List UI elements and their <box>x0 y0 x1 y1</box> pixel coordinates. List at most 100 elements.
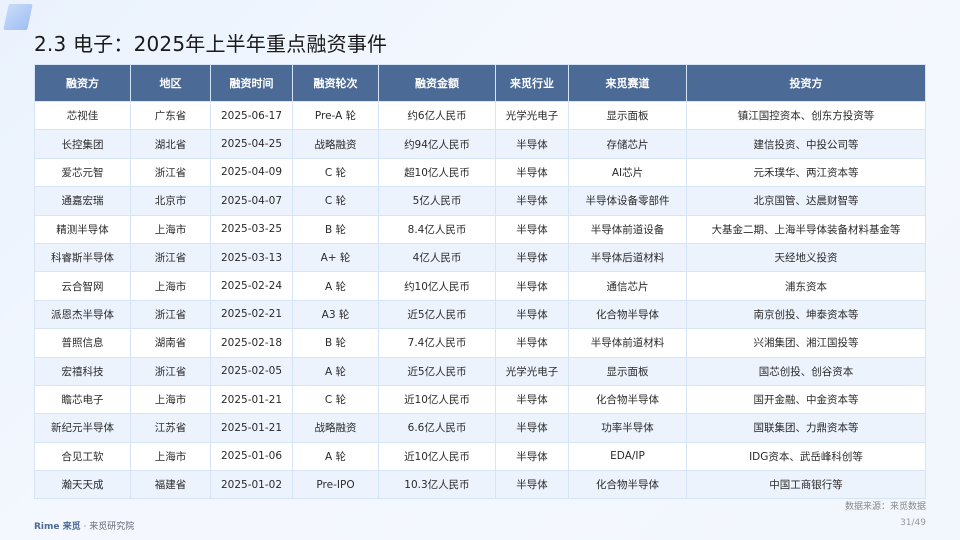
table-cell: 4亿人民币 <box>378 242 496 273</box>
table-row: 芯视佳 广东省 2025-06-17 Pre-A 轮约6亿人民币 光学光电子 显示面板 镇江… <box>34 100 926 131</box>
table-cell: 镇江国控资本、创东方投资等 <box>686 100 926 131</box>
table-row: 瞻芯电子 上海市 2025-01-21 C 轮近10亿人民币 半导体 化合物半导体 国开金融… <box>34 384 926 415</box>
table-cell: 浙江省 <box>130 242 211 273</box>
table-cell: 2025-03-13 <box>210 242 293 273</box>
table-cell: 约10亿人民币 <box>378 271 496 301</box>
table-row: 科睿斯半导体 浙江省 2025-03-13 A+ 轮 4亿人民币 半导体 半导体后道材料 天经… <box>34 242 926 273</box>
table-cell: 通嘉宏瑞 <box>34 186 131 216</box>
table-cell: 5亿人民币 <box>378 186 496 216</box>
table-cell: 半导体 <box>495 441 569 472</box>
table-cell: 广东省 <box>130 100 211 131</box>
column-header: 地区 <box>130 64 211 102</box>
table-cell: 约6亿人民币 <box>378 100 496 131</box>
table-row: 普照信息 湖南省 2025-02-18 B 轮 7.4亿人民币 半导体 半导体前道材料 兴湘集… <box>34 328 926 358</box>
table-row: 新纪元半导体 江苏省 2025-01-21 战略融资 6.6亿人民币 半导体 功率半导体 国联… <box>34 413 926 443</box>
table-cell: 2025-02-05 <box>210 356 293 386</box>
table-cell: 2025-02-21 <box>210 299 293 330</box>
table-cell: 半导体前道材料 <box>568 328 687 358</box>
table-cell: 浙江省 <box>130 356 211 386</box>
table-cell: 中国工商银行等 <box>686 470 926 500</box>
table-cell: B 轮 <box>292 214 379 244</box>
table-cell: 化合物半导体 <box>568 299 687 330</box>
data-source-note: 数据来源：来觅数据 <box>844 502 926 512</box>
table-cell: 上海市 <box>130 384 211 415</box>
table-cell: 半导体后道材料 <box>568 242 687 273</box>
column-header: 来觅行业 <box>495 64 569 102</box>
table-cell: 半导体 <box>495 470 569 500</box>
table-cell: 国芯创投、创谷资本 <box>686 356 926 386</box>
table-cell: A 轮 <box>292 271 379 301</box>
column-header: 来觅赛道 <box>568 64 687 102</box>
table-cell: 2025-04-25 <box>210 129 293 159</box>
table-cell: 6.6亿人民币 <box>378 413 496 443</box>
table-cell: 2025-03-25 <box>210 214 293 244</box>
table-row: 通嘉宏瑞 北京市 2025-04-07 C 轮 5亿人民币 半导体 半导体设备零部件 北京国管… <box>34 186 926 216</box>
table-cell: 元禾璞华、两江资本等 <box>686 157 926 188</box>
footer-org: · 来觅研究院 <box>83 522 135 532</box>
table-cell: 上海市 <box>130 214 211 244</box>
table-cell: 上海市 <box>130 271 211 301</box>
table-cell: 半导体 <box>495 413 569 443</box>
table-cell: 化合物半导体 <box>568 384 687 415</box>
column-header: 融资方 <box>34 64 131 102</box>
table-cell: 半导体 <box>495 384 569 415</box>
table-cell: 半导体 <box>495 186 569 216</box>
table-cell: 湖北省 <box>130 129 211 159</box>
table-cell: 南京创投、坤泰资本等 <box>686 299 926 330</box>
table-cell: Pre-A 轮 <box>292 100 379 131</box>
table-cell: 2025-02-24 <box>210 271 293 301</box>
table-row: 爱芯元智 浙江省 2025-04-09 C 轮超10亿人民币 半导体 AI芯片 元禾璞华、两… <box>34 157 926 188</box>
table-cell: C 轮 <box>292 186 379 216</box>
table-cell: 建信投资、中投公司等 <box>686 129 926 159</box>
table-cell: 科睿斯半导体 <box>34 242 131 273</box>
table-cell: 半导体 <box>495 242 569 273</box>
table-cell: 半导体 <box>495 157 569 188</box>
table-cell: IDG资本、武岳峰科创等 <box>686 441 926 472</box>
table-cell: 长控集团 <box>34 129 131 159</box>
column-header: 融资金额 <box>378 64 496 102</box>
table-cell: 2025-01-21 <box>210 413 293 443</box>
table-cell: 2025-01-02 <box>210 470 293 500</box>
table-cell: 化合物半导体 <box>568 470 687 500</box>
column-header: 投资方 <box>686 64 926 102</box>
table-cell: 芯视佳 <box>34 100 131 131</box>
table-cell: 2025-04-09 <box>210 157 293 188</box>
table-cell: 合见工软 <box>34 441 131 472</box>
table-cell: 10.3亿人民币 <box>378 470 496 500</box>
table-header-row: 融资方 地区 融资时间 融资轮次 融资金额 来觅行业 来觅赛道 投资方 <box>34 64 926 102</box>
table-cell: 战略融资 <box>292 129 379 159</box>
decorative-logo-shape <box>3 4 33 30</box>
table-cell: 半导体前道设备 <box>568 214 687 244</box>
table-cell: 功率半导体 <box>568 413 687 443</box>
table-cell: 天经地义投资 <box>686 242 926 273</box>
table-cell: A+ 轮 <box>292 242 379 273</box>
table-cell: 上海市 <box>130 441 211 472</box>
table-cell: 瀚天天成 <box>34 470 131 500</box>
table-row: 合见工软 上海市 2025-01-06 A 轮近10亿人民币 半导体 EDA/IP IDG资… <box>34 441 926 472</box>
table-cell: 显示面板 <box>568 100 687 131</box>
table-cell: 半导体 <box>495 271 569 301</box>
table-cell: C 轮 <box>292 157 379 188</box>
table-cell: 约94亿人民币 <box>378 129 496 159</box>
table-cell: C 轮 <box>292 384 379 415</box>
table-cell: 国联集团、力鼎资本等 <box>686 413 926 443</box>
table-row: 宏禧科技 浙江省 2025-02-05 A 轮近5亿人民币 光学光电子 显示面板 国芯创投、… <box>34 356 926 386</box>
table-cell: EDA/IP <box>568 441 687 472</box>
table-cell: 兴湘集团、湘江国投等 <box>686 328 926 358</box>
table-cell: 2025-04-07 <box>210 186 293 216</box>
table-cell: 云合智网 <box>34 271 131 301</box>
table-cell: 近10亿人民币 <box>378 441 496 472</box>
table-cell: 近5亿人民币 <box>378 299 496 330</box>
table-row: 瀚天天成 福建省 2025-01-02 Pre-IPO 10.3亿人民币 半导体 化合物半导… <box>34 470 926 500</box>
table-row: 长控集团 湖北省 2025-04-25 战略融资 约94亿人民币 半导体 存储芯片 建信投资、… <box>34 129 926 159</box>
table-cell: 精测半导体 <box>34 214 131 244</box>
table-cell: Pre-IPO <box>292 470 379 500</box>
table-cell: A3 轮 <box>292 299 379 330</box>
table-cell: 存储芯片 <box>568 129 687 159</box>
column-header: 融资时间 <box>210 64 293 102</box>
table-cell: 近5亿人民币 <box>378 356 496 386</box>
table-cell: 2025-06-17 <box>210 100 293 131</box>
financing-events-table: 融资方 地区 融资时间 融资轮次 融资金额 来觅行业 来觅赛道 投资方 芯视佳 广东省 2025-… <box>34 64 926 500</box>
table-cell: 7.4亿人民币 <box>378 328 496 358</box>
table-cell: 半导体 <box>495 129 569 159</box>
